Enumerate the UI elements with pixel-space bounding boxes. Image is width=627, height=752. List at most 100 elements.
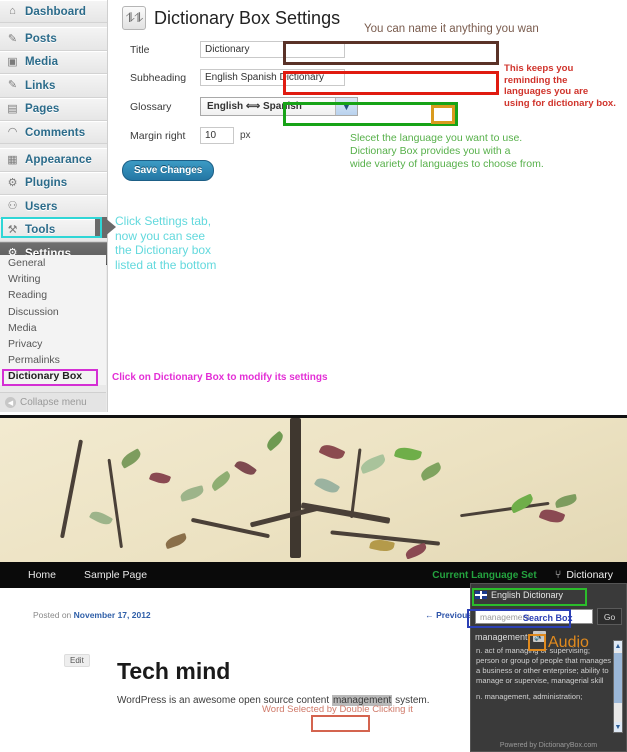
scroll-down-icon[interactable]: ▼ [614, 722, 622, 732]
dictionary-panel-footer: Powered by DictionaryBox.com [499, 742, 598, 749]
pages-icon: ▤ [7, 102, 18, 115]
dictionary-go-button[interactable]: Go [597, 608, 622, 625]
pin-icon: ✎ [7, 32, 18, 45]
dictionary-headword: management [475, 631, 528, 642]
previous-link[interactable]: ← Previous [425, 610, 472, 620]
book-icon: ⑂ [554, 569, 562, 581]
sidebar-item-plugins[interactable]: ⚙ Plugins [0, 171, 107, 196]
nav-item-dictionary[interactable]: ⑂ Dictionary [555, 569, 613, 581]
post-date-line: Posted on November 17, 2012 [33, 610, 151, 620]
sidebar-item-dashboard[interactable]: ⌂ Dashboard [0, 0, 107, 24]
sidebar-item-label: Links [25, 79, 56, 92]
save-changes-button[interactable]: Save Changes [122, 160, 215, 181]
submenu-item-privacy[interactable]: Privacy [0, 336, 106, 352]
comment-icon: ◠ [7, 126, 18, 139]
dictionary-definitions: n. act of managing or supervising; perso… [476, 646, 615, 702]
dictionary-popup-panel: English Dictionary management Go managem… [470, 583, 627, 752]
dictionary-scrollbar[interactable]: ▲ ▼ [613, 640, 623, 733]
sidebar-item-label: Users [25, 200, 58, 213]
glossary-select-value: English ⟺ Spanish [207, 101, 302, 112]
submenu-label: Privacy [8, 338, 43, 351]
nav-item-home[interactable]: Home [28, 569, 56, 581]
plugin-icon: ⚙ [7, 176, 18, 189]
submenu-label: Permalinks [8, 354, 60, 367]
posted-on-label: Posted on [33, 610, 74, 620]
annotation-selected-word: Word Selected by Double Clicking it [262, 704, 413, 715]
sidebar-item-users[interactable]: ⚇ Users [0, 195, 107, 219]
post-date: November 17, 2012 [73, 610, 151, 620]
sidebar-item-label: Appearance [25, 154, 92, 167]
field-row-title: Title Dictionary [108, 41, 627, 58]
settings-submenu: General Writing Reading Discussion Media… [0, 255, 106, 385]
post-title: Tech mind [117, 658, 231, 684]
sidebar-item-label: Comments [25, 126, 86, 139]
tools-icon: ⚒ [7, 223, 18, 236]
sidebar-item-comments[interactable]: ◠ Comments [0, 120, 107, 145]
wordpress-admin-area: ⌂ Dashboard ✎ Posts ▣ Media ✎ Links ▤ Pa… [0, 0, 627, 418]
nav-item-sample-page[interactable]: Sample Page [84, 569, 147, 581]
definition-2: n. management, administration; [476, 692, 583, 702]
annotation-glossary-note: Slecet the language you want to use. Dic… [350, 132, 544, 170]
link-icon: ✎ [7, 79, 18, 92]
scroll-up-icon[interactable]: ▲ [614, 641, 622, 651]
banner-background [0, 418, 627, 562]
annotation-audio: Audio [548, 634, 589, 651]
submenu-item-dictionary-box[interactable]: Dictionary Box [0, 368, 106, 384]
sliders-icon: ⥮⥮ [122, 6, 146, 30]
sidebar-item-media[interactable]: ▣ Media [0, 50, 107, 75]
sidebar-item-label: Dashboard [25, 5, 86, 18]
margin-right-label: Margin right [130, 129, 186, 142]
appearance-icon: ▦ [7, 153, 18, 166]
uk-flag-icon [475, 591, 487, 599]
submenu-label: Media [8, 321, 37, 334]
speaker-icon[interactable]: 🔊 [532, 631, 546, 642]
submenu-item-general[interactable]: General [0, 255, 106, 271]
site-frontend: Home Sample Page Current Language Set ⑂ … [0, 418, 627, 752]
annotation-title-note: You can name it anything you wan [364, 23, 539, 35]
annotation-settings-note: Click Settings tab, now you can see the … [115, 214, 217, 272]
page-title: Dictionary Box Settings [154, 7, 341, 28]
submenu-label: Discussion [8, 305, 59, 318]
submenu-label: Dictionary Box [8, 370, 83, 383]
glossary-label: Glossary [130, 100, 172, 113]
submenu-item-media[interactable]: Media [0, 320, 106, 336]
sidebar-item-label: Pages [25, 103, 60, 116]
nav-dictionary-label: Dictionary [566, 569, 613, 581]
sidebar-item-label: Plugins [25, 177, 68, 190]
submenu-item-permalinks[interactable]: Permalinks [0, 352, 106, 368]
dictionary-panel-title: English Dictionary [475, 587, 622, 603]
sidebar-item-tools[interactable]: ⚒ Tools [0, 218, 107, 242]
subheading-input[interactable]: English Spanish Dictionary [200, 69, 345, 86]
sidebar-item-label: Media [25, 56, 59, 69]
submenu-item-discussion[interactable]: Discussion [0, 304, 106, 320]
definition-1: n. act of managing or supervising; perso… [476, 646, 612, 686]
home-icon: ⌂ [9, 5, 16, 18]
sidebar-item-label: Tools [25, 224, 56, 237]
sidebar-item-posts[interactable]: ✎ Posts [0, 27, 107, 51]
submenu-label: Writing [8, 273, 41, 286]
admin-sidebar: ⌂ Dashboard ✎ Posts ▣ Media ✎ Links ▤ Pa… [0, 0, 108, 412]
submenu-item-reading[interactable]: Reading [0, 287, 106, 303]
subheading-label: Subheading [130, 71, 187, 84]
users-icon: ⚇ [7, 200, 18, 213]
sidebar-item-pages[interactable]: ▤ Pages [0, 97, 107, 121]
margin-right-input[interactable]: 10 [200, 127, 234, 144]
annotation-dictbox-note: Click on Dictionary Box to modify its se… [112, 372, 328, 383]
sidebar-item-links[interactable]: ✎ Links [0, 74, 107, 98]
media-icon: ▣ [7, 55, 18, 68]
current-language-set-label: Current Language Set [432, 569, 537, 581]
sidebar-item-appearance[interactable]: ▦ Appearance [0, 148, 107, 172]
title-label: Title [130, 43, 150, 56]
edit-post-button[interactable]: Edit [64, 654, 90, 667]
settings-main-panel: ⥮⥮ Dictionary Box Settings Title Diction… [108, 0, 627, 412]
dictionary-panel-title-label: English Dictionary [491, 590, 564, 600]
glossary-select[interactable]: English ⟺ Spanish ▼ [200, 97, 358, 116]
submenu-item-writing[interactable]: Writing [0, 271, 106, 287]
scrollbar-thumb[interactable] [614, 653, 622, 703]
title-input[interactable]: Dictionary [200, 41, 345, 58]
chevron-left-icon: ◀ [5, 397, 16, 408]
collapse-menu-button[interactable]: ◀ Collapse menu [0, 392, 106, 412]
submenu-label: Reading [8, 289, 48, 302]
chevron-down-icon[interactable]: ▼ [335, 98, 357, 115]
navbar-right-group: Current Language Set ⑂ Dictionary [432, 569, 627, 581]
